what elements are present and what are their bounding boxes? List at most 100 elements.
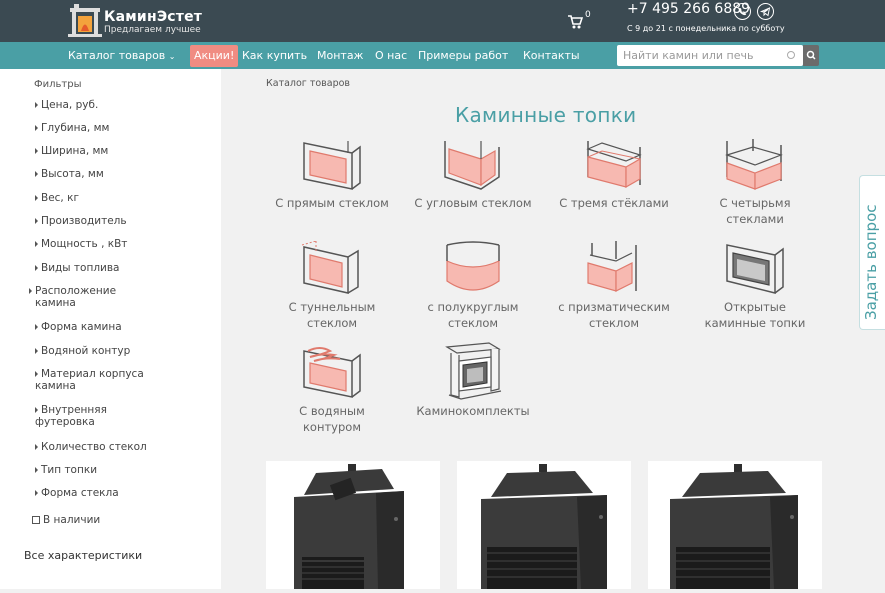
category-three-glass[interactable]: С тремя стёклами	[544, 137, 684, 211]
all-characteristics-link[interactable]: Все характеристики	[24, 549, 142, 562]
filter-depth[interactable]: Глубина, мм	[35, 122, 109, 134]
caret-right-icon	[35, 125, 38, 131]
product-card[interactable]	[648, 461, 822, 589]
filter-firebox-type[interactable]: Тип топки	[35, 464, 97, 476]
category-label: стеклом	[447, 316, 499, 330]
brand-name: КаминЭстет	[104, 9, 203, 25]
cart-icon	[568, 15, 583, 29]
filter-lining[interactable]: Внутренняя футеровка	[35, 404, 145, 428]
in-stock-label: В наличии	[43, 514, 101, 526]
top-header: КаминЭстет Предлагаем лучшее 0 +7 495 26…	[0, 0, 885, 42]
filter-width[interactable]: Ширина, мм	[35, 145, 108, 157]
caret-right-icon	[35, 348, 38, 354]
category-label: с полукруглым	[427, 300, 519, 314]
filter-label: Количество стекол	[41, 441, 147, 453]
fireplace-logo-icon	[68, 4, 102, 37]
nav-installation[interactable]: Монтаж	[317, 42, 363, 69]
caret-right-icon	[35, 371, 38, 377]
filter-height[interactable]: Высота, мм	[35, 168, 104, 180]
filter-label: Вес, кг	[41, 192, 79, 204]
cart-button[interactable]: 0	[567, 10, 593, 32]
telegram-icon[interactable]	[757, 3, 774, 20]
filter-power[interactable]: Мощность , кВт	[35, 238, 127, 250]
breadcrumb[interactable]: Каталог товаров	[266, 78, 350, 89]
filter-label: Тип топки	[41, 464, 98, 476]
category-fireplace-kits[interactable]: Каминокомплекты	[403, 341, 543, 419]
search-icon	[806, 50, 816, 60]
filter-label: Глубина, мм	[41, 122, 110, 134]
caret-right-icon	[35, 407, 38, 413]
filter-location[interactable]: Расположение камина	[29, 285, 155, 309]
main-nav: Каталог товаров ⌄ Акции! Как купить Монт…	[0, 42, 885, 69]
category-four-glass[interactable]: С четырьмя стеклами	[685, 137, 825, 227]
caret-right-icon	[35, 102, 38, 108]
straight-glass-firebox-icon	[303, 141, 361, 190]
filter-label: Высота, мм	[41, 168, 104, 180]
phone-number[interactable]: +7 495 266 6889	[627, 1, 750, 17]
whatsapp-icon[interactable]	[734, 3, 751, 20]
nav-how-to-buy[interactable]: Как купить	[242, 42, 307, 69]
filter-water-circuit[interactable]: Водяной контур	[35, 345, 130, 357]
cart-count: 0	[585, 10, 591, 20]
filter-shape[interactable]: Форма камина	[35, 321, 122, 333]
in-stock-checkbox[interactable]: В наличии	[32, 514, 100, 526]
category-label: С тремя стёклами	[559, 196, 669, 210]
category-label: стеклом	[306, 316, 358, 330]
filter-fuel[interactable]: Виды топлива	[35, 262, 119, 274]
filter-label: Расположение камина	[35, 285, 117, 309]
filter-label: Виды топлива	[41, 262, 120, 274]
category-label: с призматическим	[558, 300, 670, 314]
category-label: С прямым стеклом	[275, 196, 389, 210]
filter-label: Мощность , кВт	[41, 238, 128, 250]
category-label: Каминокомплекты	[416, 404, 530, 418]
filter-glass-count[interactable]: Количество стекол	[35, 441, 147, 453]
caret-right-icon	[35, 324, 38, 330]
filter-label: Производитель	[41, 215, 127, 227]
search-input[interactable]	[617, 45, 787, 66]
filter-label: Ширина, мм	[41, 145, 109, 157]
filters-sidebar: Фильтры Цена, руб. Глубина, мм Ширина, м…	[0, 69, 221, 589]
filter-manufacturer[interactable]: Производитель	[35, 215, 127, 227]
filter-price[interactable]: Цена, руб.	[35, 99, 98, 111]
category-semicircle-glass[interactable]: с полукруглым стеклом	[403, 241, 543, 331]
caret-right-icon	[29, 288, 32, 294]
chevron-down-icon: ⌄	[168, 52, 176, 61]
caret-right-icon	[35, 467, 38, 473]
category-tunnel-glass[interactable]: С туннельным стеклом	[262, 241, 402, 331]
water-circuit-firebox-icon	[303, 347, 361, 398]
nav-contacts[interactable]: Контакты	[523, 42, 580, 69]
clear-icon[interactable]	[787, 51, 795, 59]
product-card[interactable]	[457, 461, 631, 589]
semicircle-glass-firebox-icon	[446, 241, 500, 291]
search-button[interactable]	[803, 45, 819, 66]
open-firebox-icon	[726, 244, 784, 294]
category-label: стеклом	[588, 316, 640, 330]
filter-glass-shape[interactable]: Форма стекла	[35, 487, 119, 499]
category-label: С водяным	[299, 404, 365, 418]
nav-about[interactable]: О нас	[375, 42, 407, 69]
three-glass-firebox-icon	[586, 141, 642, 189]
category-corner-glass[interactable]: С угловым стеклом	[403, 137, 543, 211]
brand-logo[interactable]: КаминЭстет Предлагаем лучшее	[66, 4, 216, 38]
category-label: Открытые	[724, 300, 786, 314]
nav-promo[interactable]: Акции!	[190, 45, 239, 67]
nav-portfolio[interactable]: Примеры работ	[418, 42, 508, 69]
filter-body-material[interactable]: Материал корпуса камина	[35, 368, 160, 392]
filter-label: Водяной контур	[41, 345, 131, 357]
filter-label: Материал корпуса камина	[35, 368, 144, 392]
filter-label: Форма стекла	[41, 487, 119, 499]
filter-weight[interactable]: Вес, кг	[35, 192, 79, 204]
ask-question-tab[interactable]: Задать вопрос	[859, 175, 885, 330]
category-straight-glass[interactable]: С прямым стеклом	[262, 137, 402, 211]
category-water-circuit[interactable]: С водяным контуром	[262, 345, 402, 435]
tunnel-glass-firebox-icon	[301, 241, 359, 294]
category-prismatic-glass[interactable]: с призматическим стеклом	[544, 241, 684, 331]
brand-tagline: Предлагаем лучшее	[104, 25, 201, 35]
prismatic-glass-firebox-icon	[587, 241, 637, 292]
product-card[interactable]	[266, 461, 440, 589]
nav-catalog[interactable]: Каталог товаров ⌄	[68, 42, 176, 69]
fireplace-kit-icon	[445, 342, 502, 400]
category-open-firebox[interactable]: Открытые каминные топки	[685, 241, 825, 331]
product-image	[294, 464, 404, 589]
category-label: стеклами	[726, 212, 784, 226]
